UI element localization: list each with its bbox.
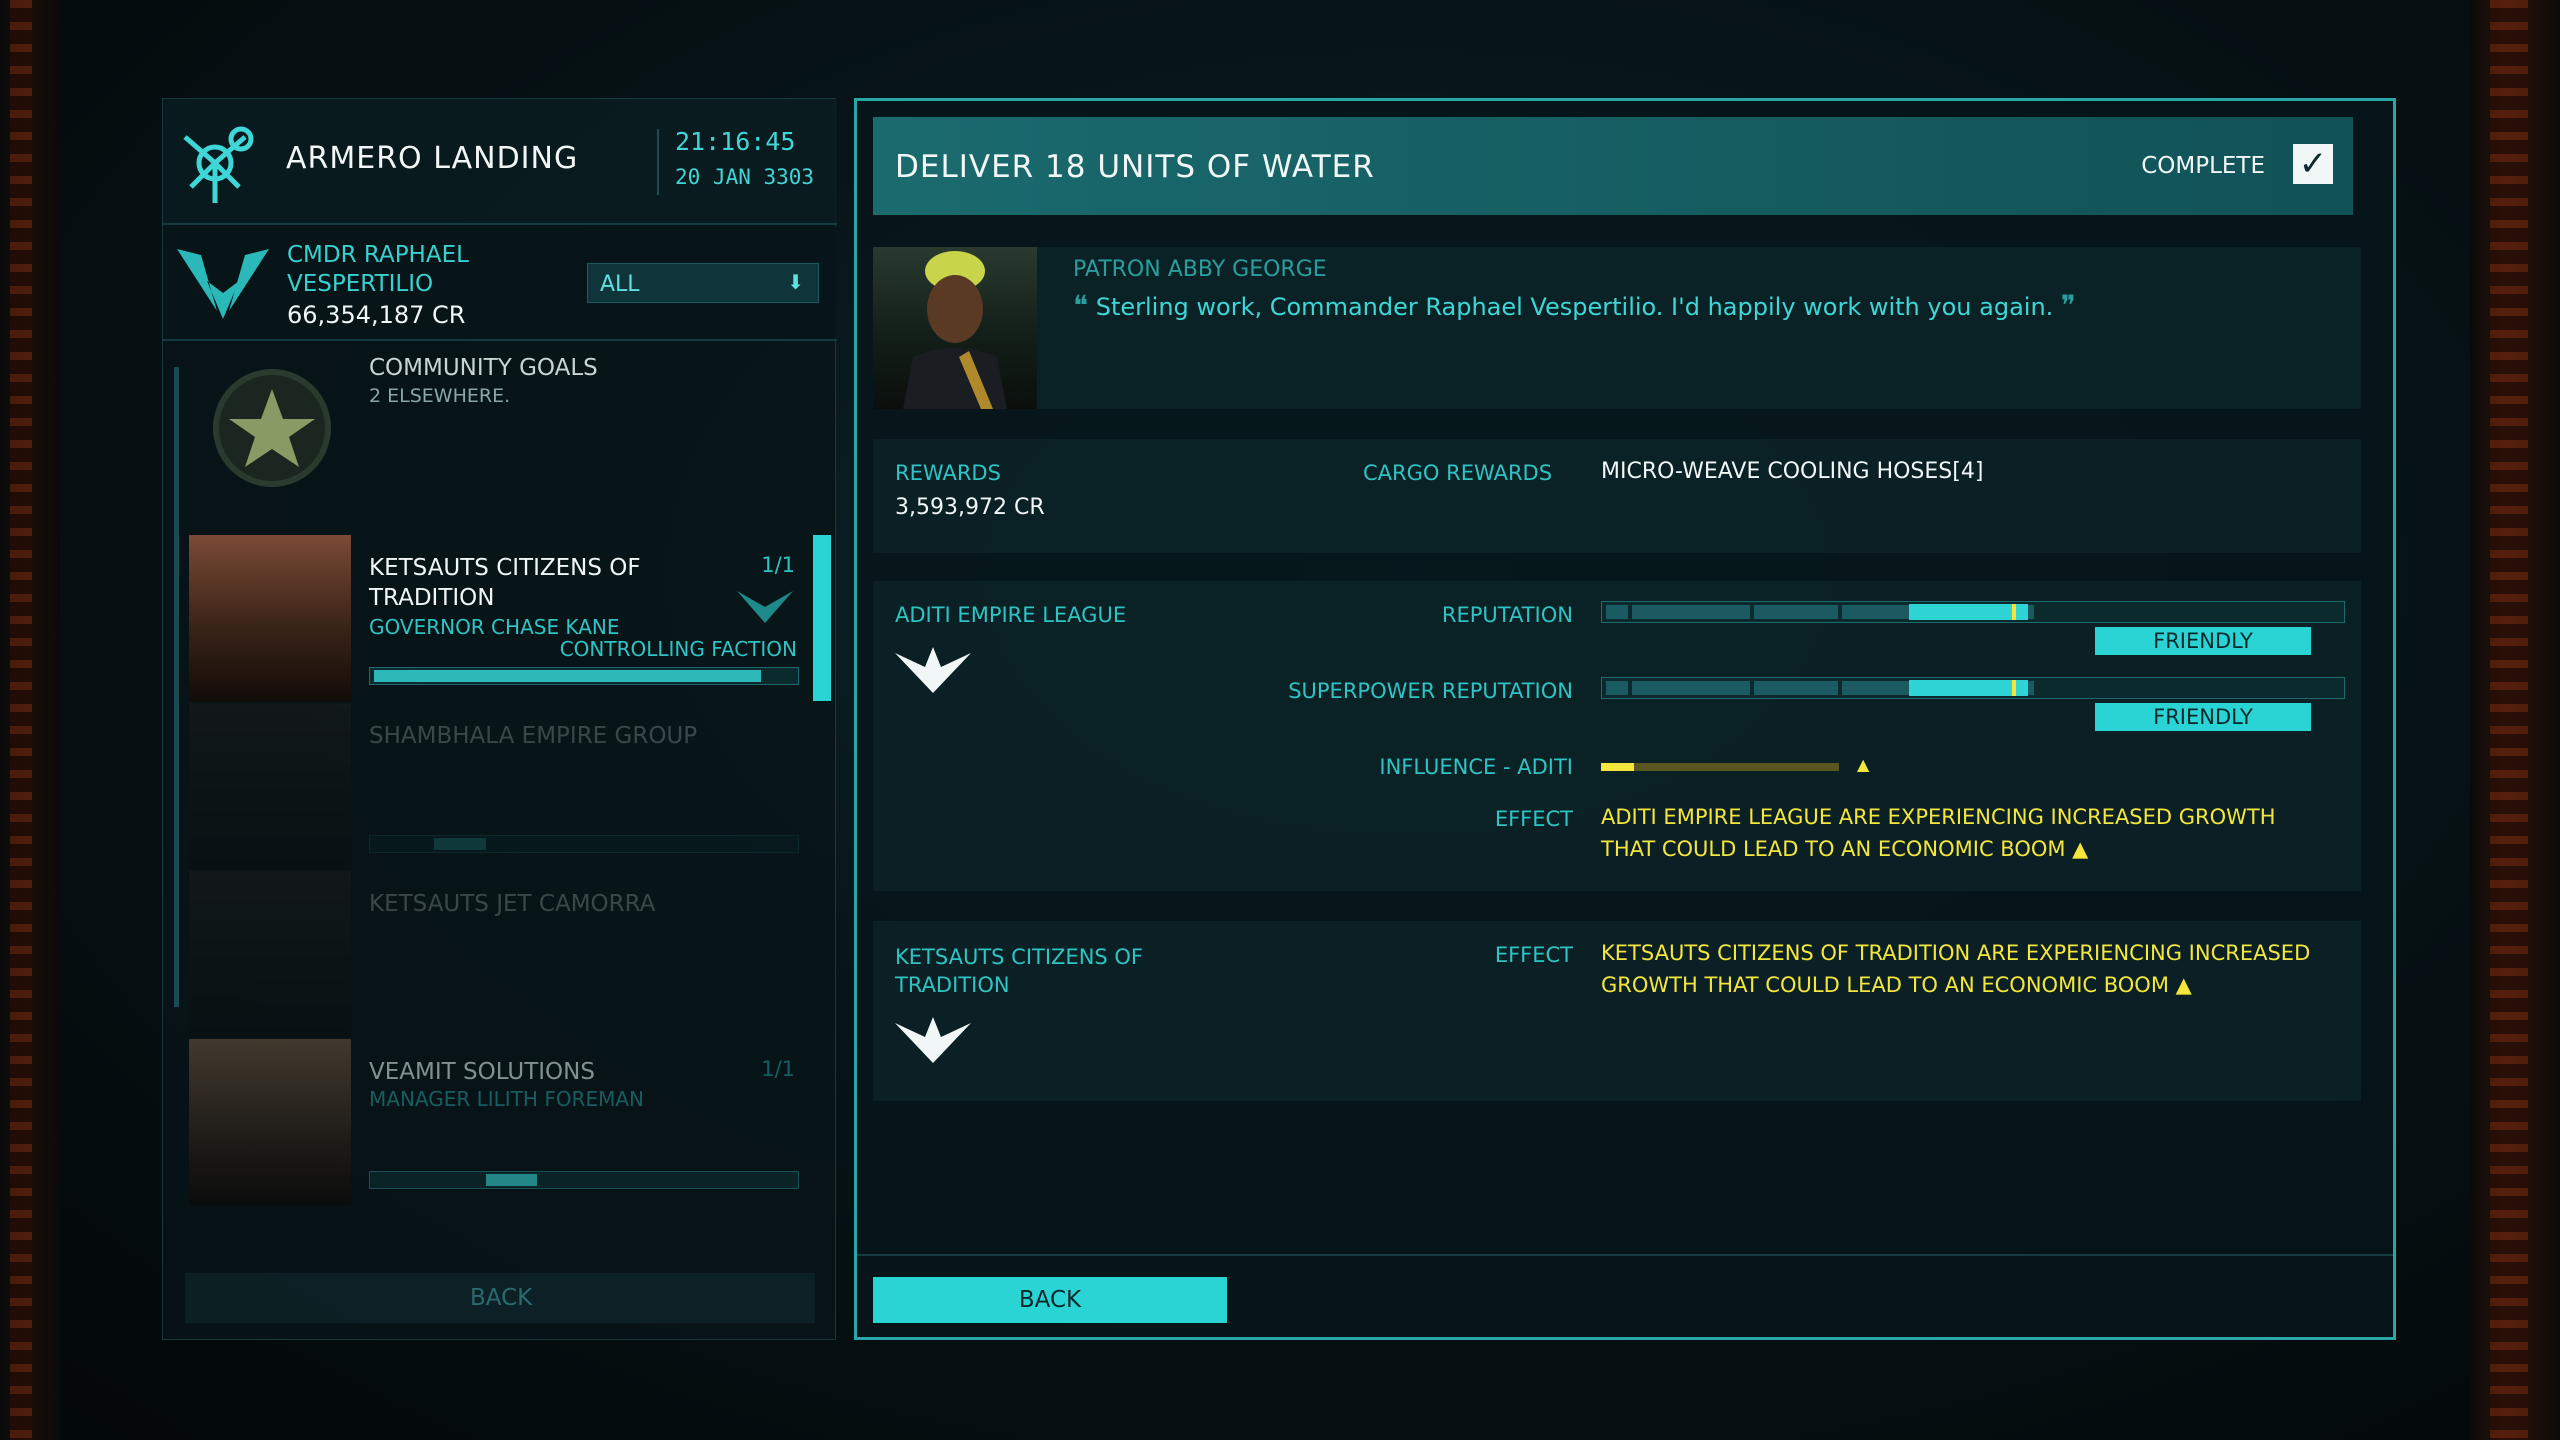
mission-count: 1/1 (761, 1057, 795, 1081)
faction-title: SHAMBHALA EMPIRE GROUP (369, 723, 698, 749)
reputation-marker (2012, 604, 2017, 620)
faction-progress-bar (369, 1171, 799, 1189)
reputation-segment (1754, 681, 1838, 695)
chevron-down-icon: ⬇ (787, 270, 804, 294)
reputation-label: REPUTATION (1441, 603, 1573, 627)
reputation-segment (1842, 681, 1910, 695)
faction-title: KETSAUTS JET CAMORRA (369, 891, 656, 917)
superpower-reputation-state: FRIENDLY (2095, 703, 2311, 731)
station-emblem-icon (183, 126, 254, 203)
game-date: 20 JAN 3303 (675, 165, 815, 189)
influence-bar (1601, 763, 1839, 771)
faction-role: CONTROLLING FACTION (559, 637, 797, 661)
community-goals-item[interactable]: COMMUNITY GOALS 2 ELSEWHERE. (189, 339, 809, 501)
commander-name: CMDR RAPHAEL VESPERTILIO (287, 242, 469, 297)
mission-header: DELIVER 18 UNITS OF WATER COMPLETE ✓ (873, 117, 2353, 215)
commander-credits: 66,354,187 CR (287, 301, 466, 329)
faction-progress-bar (369, 835, 799, 853)
faction-title: VEAMIT SOLUTIONS (369, 1059, 595, 1085)
list-scrollbar[interactable] (174, 367, 179, 1007)
back-button[interactable]: BACK (873, 1277, 1227, 1323)
reputation-current-tier (1909, 604, 2028, 620)
effect-text: KETSAUTS CITIZENS OF TRADITION ARE EXPER… (1601, 941, 2311, 997)
rewards-label: REWARDS (895, 461, 1001, 485)
community-goals-title: COMMUNITY GOALS (369, 355, 598, 381)
reputation-marker (2012, 680, 2017, 696)
influence-up-icon: ▲ (1857, 755, 1870, 774)
reputation-segment (1632, 605, 1750, 619)
station-name: ARMERO LANDING (286, 141, 579, 176)
left-bulkhead (0, 0, 60, 1440)
faction-name: ADITI EMPIRE LEAGUE (895, 603, 1127, 627)
cargo-rewards-label: CARGO REWARDS (1363, 461, 1553, 485)
complete-check-icon: ✓ (2293, 144, 2333, 184)
faction-progress-bar (369, 667, 799, 685)
selected-indicator (813, 535, 831, 701)
elite-rank-icon (177, 249, 269, 319)
mission-detail-panel: DELIVER 18 UNITS OF WATER COMPLETE ✓ PAT… (854, 98, 2396, 1340)
left-back-label: BACK (470, 1285, 533, 1311)
contact-portrait (189, 703, 351, 869)
patron-name: PATRON ABBY GEORGE (1073, 257, 1327, 282)
cargo-rewards-value: MICRO-WEAVE COOLING HOSES[4] (1601, 459, 1984, 484)
faction-contact: GOVERNOR CHASE KANE (369, 615, 620, 639)
patron-quote-text: Sterling work, Commander Raphael Vespert… (1095, 293, 2054, 321)
mission-status: COMPLETE (2141, 153, 2265, 179)
close-quote-icon: ❞ (2060, 289, 2076, 322)
effect-label: EFFECT (1494, 943, 1573, 967)
left-back-button[interactable]: BACK (185, 1273, 815, 1323)
reputation-segment (1754, 605, 1838, 619)
reputation-current-tier (1909, 680, 2028, 696)
empire-icon (895, 647, 971, 693)
influence-label: INFLUENCE - ADITI (1379, 755, 1573, 779)
mission-title: DELIVER 18 UNITS OF WATER (895, 149, 1375, 185)
empire-icon (895, 1017, 971, 1063)
progress-fill (374, 670, 761, 682)
progress-fill (434, 838, 486, 850)
patron-portrait (873, 247, 1037, 409)
contact-portrait (189, 1039, 351, 1205)
effect-label: EFFECT (1494, 807, 1573, 831)
header-divider (657, 129, 659, 195)
rewards-block: REWARDS 3,593,972 CR CARGO REWARDS MICRO… (873, 439, 2361, 553)
faction-filter-dropdown[interactable]: ALL ⬇ (587, 263, 819, 303)
effect-text: ADITI EMPIRE LEAGUE ARE EXPERIENCING INC… (1601, 805, 2276, 861)
reputation-segment (1606, 605, 1628, 619)
right-bulkhead (2470, 0, 2560, 1440)
faction-chevron-icon (737, 591, 793, 623)
footer-divider (857, 1254, 2393, 1256)
reputation-segment (1632, 681, 1750, 695)
faction-item-shambhala[interactable]: SHAMBHALA EMPIRE GROUP (189, 703, 809, 869)
mission-count: 1/1 (761, 553, 795, 577)
open-quote-icon: ❝ (1073, 289, 1089, 322)
filter-value: ALL (600, 272, 640, 297)
station-header: ARMERO LANDING 21:16:45 20 JAN 3303 (163, 99, 837, 225)
reputation-segment (1842, 605, 1910, 619)
faction-effects-aditi: ADITI EMPIRE LEAGUE REPUTATION FRIENDLY … (873, 581, 2361, 891)
faction-name: KETSAUTS CITIZENS OF TRADITION (895, 945, 1144, 997)
patron-quote: ❝ Sterling work, Commander Raphael Vespe… (1073, 289, 2076, 322)
game-clock: 21:16:45 (675, 127, 796, 156)
superpower-reputation-bar (1601, 677, 2345, 699)
reputation-bar (1601, 601, 2345, 623)
faction-effects-ketsauts: KETSAUTS CITIZENS OF TRADITION EFFECT KE… (873, 921, 2361, 1101)
commander-info: CMDR RAPHAEL VESPERTILIO 66,354,187 CR A… (163, 227, 837, 341)
station-services-panel: ARMERO LANDING 21:16:45 20 JAN 3303 CMDR… (162, 98, 837, 1340)
reputation-state: FRIENDLY (2095, 627, 2311, 655)
community-goals-icon (213, 369, 331, 487)
progress-fill (485, 1174, 537, 1186)
patron-message: PATRON ABBY GEORGE ❝ Sterling work, Comm… (873, 247, 2361, 409)
contact-portrait (189, 535, 351, 701)
faction-contact: MANAGER LILITH FOREMAN (369, 1087, 644, 1111)
faction-title: KETSAUTS CITIZENS OF TRADITION (369, 555, 641, 611)
contact-portrait (189, 871, 351, 1037)
community-goals-subtitle: 2 ELSEWHERE. (369, 385, 511, 407)
faction-item-veamit[interactable]: VEAMIT SOLUTIONS 1/1 MANAGER LILITH FORE… (189, 1039, 809, 1205)
rewards-value: 3,593,972 CR (895, 495, 1045, 520)
superpower-reputation-label: SUPERPOWER REPUTATION (1288, 679, 1573, 703)
reputation-segment (1606, 681, 1628, 695)
faction-item-ketsauts-citizens[interactable]: KETSAUTS CITIZENS OF TRADITION 1/1 GOVER… (189, 535, 809, 701)
faction-item-jet-camorra[interactable]: KETSAUTS JET CAMORRA (189, 871, 809, 1037)
influence-fill (1601, 763, 1635, 771)
